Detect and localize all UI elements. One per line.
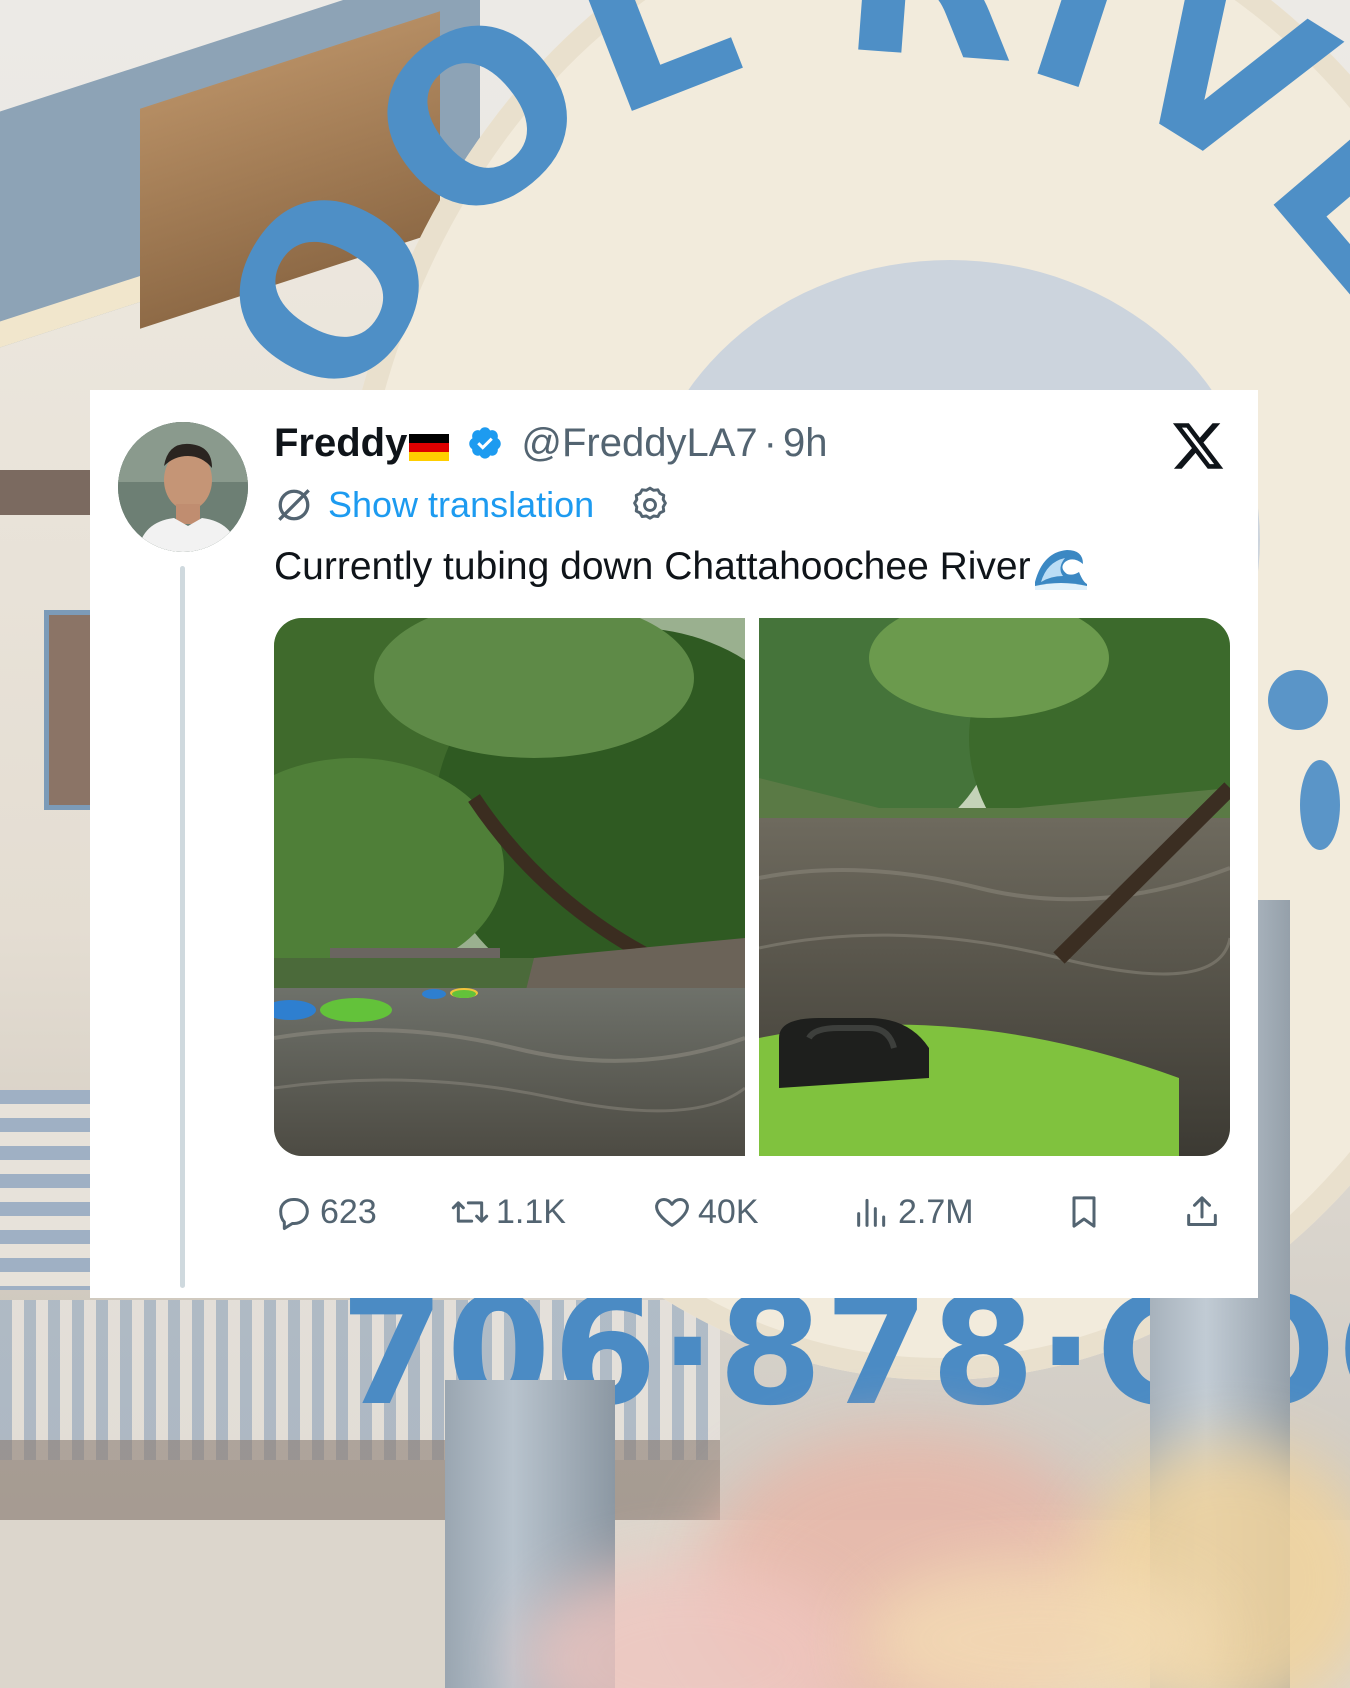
x-logo-icon[interactable] bbox=[1170, 418, 1226, 474]
display-name[interactable]: Freddy bbox=[274, 421, 407, 466]
bg-sign-lettering: OOL RIVER bbox=[0, 0, 1350, 420]
reply-icon bbox=[279, 1198, 309, 1230]
views-button[interactable]: 2.7M bbox=[852, 1184, 974, 1240]
translate-icon bbox=[278, 489, 310, 521]
tweet-header: Freddy @FreddyLA7 · 9h bbox=[274, 418, 827, 468]
flag-germany-icon bbox=[409, 433, 450, 461]
share-icon bbox=[1187, 1196, 1217, 1226]
repost-button[interactable]: 1.1K bbox=[450, 1184, 566, 1240]
bookmark-button[interactable] bbox=[1064, 1184, 1110, 1240]
river-photo-2-image bbox=[759, 618, 1230, 1156]
bg-fence bbox=[0, 1090, 90, 1290]
like-icon bbox=[655, 1198, 689, 1227]
show-translation-link[interactable]: Show translation bbox=[328, 484, 594, 526]
tweet-media[interactable] bbox=[274, 618, 1230, 1156]
bg-sign-dot bbox=[1300, 760, 1340, 850]
bookmark-icon bbox=[1072, 1196, 1096, 1228]
wave-emoji-icon bbox=[1034, 550, 1087, 590]
tweet-text: Currently tubing down Chattahoochee Rive… bbox=[274, 542, 1089, 592]
views-count: 2.7M bbox=[898, 1192, 974, 1231]
river-photo-2[interactable] bbox=[759, 618, 1230, 1156]
river-photo-1[interactable] bbox=[274, 618, 745, 1156]
avatar[interactable] bbox=[118, 422, 248, 552]
like-count: 40K bbox=[698, 1192, 759, 1231]
settings-gear-icon[interactable] bbox=[628, 483, 672, 527]
river-photo-1-image bbox=[274, 618, 745, 1156]
thread-line bbox=[180, 566, 185, 1288]
tweet-body: Currently tubing down Chattahoochee Rive… bbox=[274, 545, 1031, 588]
views-icon bbox=[857, 1198, 886, 1227]
svg-text:OOL RIVER: OOL RIVER bbox=[0, 0, 1350, 420]
tweet-actions: 623 1.1K 40K 2.7M bbox=[274, 1184, 1234, 1240]
like-button[interactable]: 40K bbox=[652, 1184, 759, 1240]
timestamp[interactable]: 9h bbox=[783, 421, 828, 466]
repost-icon bbox=[451, 1201, 489, 1223]
reply-count: 623 bbox=[320, 1192, 377, 1231]
user-handle[interactable]: @FreddyLA7 bbox=[521, 421, 757, 466]
translation-row: Show translation bbox=[272, 480, 672, 530]
sign-text: OOL RIVER bbox=[0, 0, 1350, 420]
avatar-image bbox=[118, 422, 248, 552]
verified-badge-icon[interactable] bbox=[467, 425, 503, 461]
share-button[interactable] bbox=[1182, 1184, 1228, 1240]
bg-sign-dot bbox=[1268, 670, 1328, 730]
separator-dot: · bbox=[763, 420, 777, 465]
repost-count: 1.1K bbox=[496, 1192, 566, 1231]
reply-button[interactable]: 623 bbox=[274, 1184, 377, 1240]
